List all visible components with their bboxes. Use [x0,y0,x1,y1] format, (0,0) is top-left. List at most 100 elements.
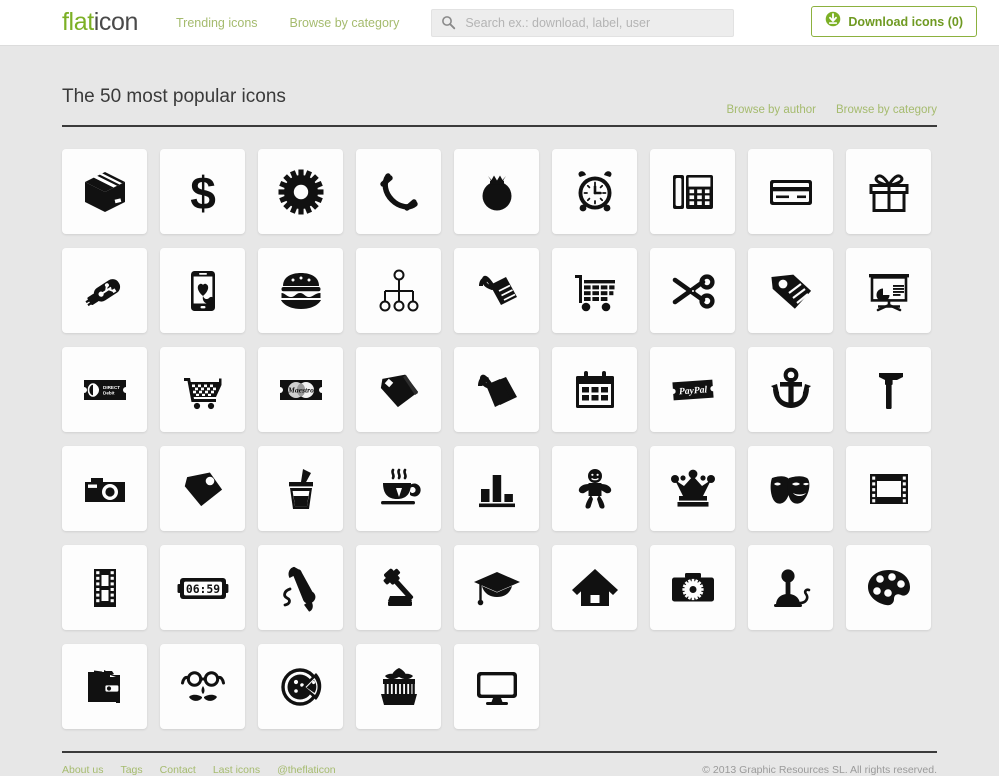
footer-links: About us Tags Contact Last icons @thefla… [62,764,336,776]
icon-tile-theater-masks[interactable] [748,446,833,532]
icon-tile-price-tag[interactable] [356,347,441,433]
footer-link-last-icons[interactable]: Last icons [213,764,260,776]
price-tag-icon [375,366,423,414]
icon-tile-luggage-tag-double[interactable] [454,347,539,433]
gear-cog-icon [277,168,325,216]
icon-tile-gingerbread-man[interactable] [552,446,637,532]
icon-tile-smartphone-heart-touch[interactable] [160,248,245,334]
icon-tile-paint-palette[interactable] [846,545,931,631]
icon-tile-crown[interactable] [650,446,735,532]
icon-tile-gavel[interactable] [356,545,441,631]
home-house-icon [570,563,620,613]
icon-tile-calendar[interactable] [552,347,637,433]
scissors-icon [669,267,717,315]
link-browse-by-category[interactable]: Browse by category [836,104,937,116]
icon-tile-film-strip-vertical[interactable] [62,545,147,631]
photo-camera-icon [81,465,129,513]
monitor-screen-icon [472,662,522,712]
alarm-clock-icon [571,168,619,216]
link-browse-by-author[interactable]: Browse by author [727,104,817,116]
icon-tile-gear-cog[interactable] [258,149,343,235]
logo-text-icon: icon [93,8,139,36]
icon-tile-anchor[interactable] [748,347,833,433]
nav-trending-icons[interactable]: Trending icons [176,16,258,30]
joystick-icon [766,563,816,613]
price-tag-lines-icon [767,267,815,315]
footer-link-tags[interactable]: Tags [120,764,142,776]
icon-tile-home-house[interactable] [552,545,637,631]
icon-tile-dollar-sign[interactable]: $ [160,149,245,235]
icon-tile-film-strip-horizontal[interactable] [846,446,931,532]
hammer-icon [865,366,913,414]
dollar-sign-icon: $ [178,167,228,217]
copyright-text: © 2013 Graphic Resources SL. All rights … [702,764,937,776]
icon-tile-alarm-clock[interactable] [552,149,637,235]
icon-tile-wallet[interactable] [62,644,147,730]
shopping-cart-icon [571,267,619,315]
icon-tile-money-bag[interactable] [454,149,539,235]
digital-clock-value: 06:59 [185,582,219,596]
icon-tile-price-tag-lines[interactable] [748,248,833,334]
icon-tile-joystick[interactable] [748,545,833,631]
icon-tile-office-telephone[interactable] [650,149,735,235]
luggage-tag-icon [473,267,521,315]
nav-browse-by-category[interactable]: Browse by category [290,16,400,30]
maestro-card-icon: Maestro [276,365,326,415]
site-logo[interactable]: flaticon [62,8,138,37]
footer-link-twitter[interactable]: @theflaticon [277,764,336,776]
icon-tile-phone-handset[interactable] [356,149,441,235]
icon-tile-box-package[interactable] [62,149,147,235]
icon-tile-cake[interactable] [356,644,441,730]
footer-link-about-us[interactable]: About us [62,764,103,776]
camera-gear-icon [668,563,718,613]
icon-tile-hamburger[interactable] [258,248,343,334]
icon-tile-paypal-card[interactable]: PayPal [650,347,735,433]
gift-box-icon [865,168,913,216]
icon-tile-luggage-tag[interactable] [454,248,539,334]
download-icons-button[interactable]: Download icons (0) [811,6,977,37]
icon-tile-monitor-screen[interactable] [454,644,539,730]
shopping-cart-checkered-icon [178,365,228,415]
icon-tile-photo-camera[interactable] [62,446,147,532]
glasses-mustache-icon [178,662,228,712]
crown-icon [669,465,717,513]
cake-icon [374,662,424,712]
svg-text:Debit: Debit [103,390,115,395]
icon-tile-soda-cup-straw[interactable] [258,446,343,532]
icon-tile-camera-gear[interactable] [650,545,735,631]
icon-tile-shopping-cart[interactable] [552,248,637,334]
calendar-icon [571,366,619,414]
icon-tile-graduation-cap[interactable] [454,545,539,631]
svg-text:$: $ [190,167,216,217]
icon-tile-coffee-cup[interactable] [356,446,441,532]
icon-tile-hammer[interactable] [846,347,931,433]
search-input[interactable] [463,14,725,31]
coffee-cup-icon [374,464,424,514]
icon-tile-digital-clock[interactable]: 06:59 [160,545,245,631]
icon-tile-retro-phone-handset[interactable] [258,545,343,631]
price-tag-dot-icon [179,465,227,513]
icon-tile-glasses-mustache[interactable] [160,644,245,730]
direct-debit-card-icon: DIRECT Debit [80,365,130,415]
download-icons-label: Download icons (0) [848,14,963,29]
icon-tile-gift-box[interactable] [846,149,931,235]
icon-tile-hierarchy-sitemap[interactable] [356,248,441,334]
icon-tile-price-tag-dot[interactable] [160,446,245,532]
smartphone-heart-touch-icon [179,267,227,315]
search-box[interactable] [431,8,735,37]
icon-tile-bar-chart[interactable] [454,446,539,532]
search-icon [441,15,456,30]
paint-palette-icon [864,563,914,613]
icon-tile-presentation-pie-chart[interactable] [846,248,931,334]
icon-tile-usb-flash-drive[interactable] [62,248,147,334]
wallet-icon [80,662,130,712]
page-title: The 50 most popular icons [62,85,286,107]
icon-tile-maestro-card[interactable]: Maestro [258,347,343,433]
icon-tile-shopping-cart-checkered[interactable] [160,347,245,433]
icon-tile-scissors[interactable] [650,248,735,334]
site-footer: About us Tags Contact Last icons @thefla… [62,751,937,776]
footer-link-contact[interactable]: Contact [160,764,196,776]
icon-tile-credit-card[interactable] [748,149,833,235]
icon-tile-direct-debit-card[interactable]: DIRECT Debit [62,347,147,433]
icon-tile-pizza[interactable] [258,644,343,730]
